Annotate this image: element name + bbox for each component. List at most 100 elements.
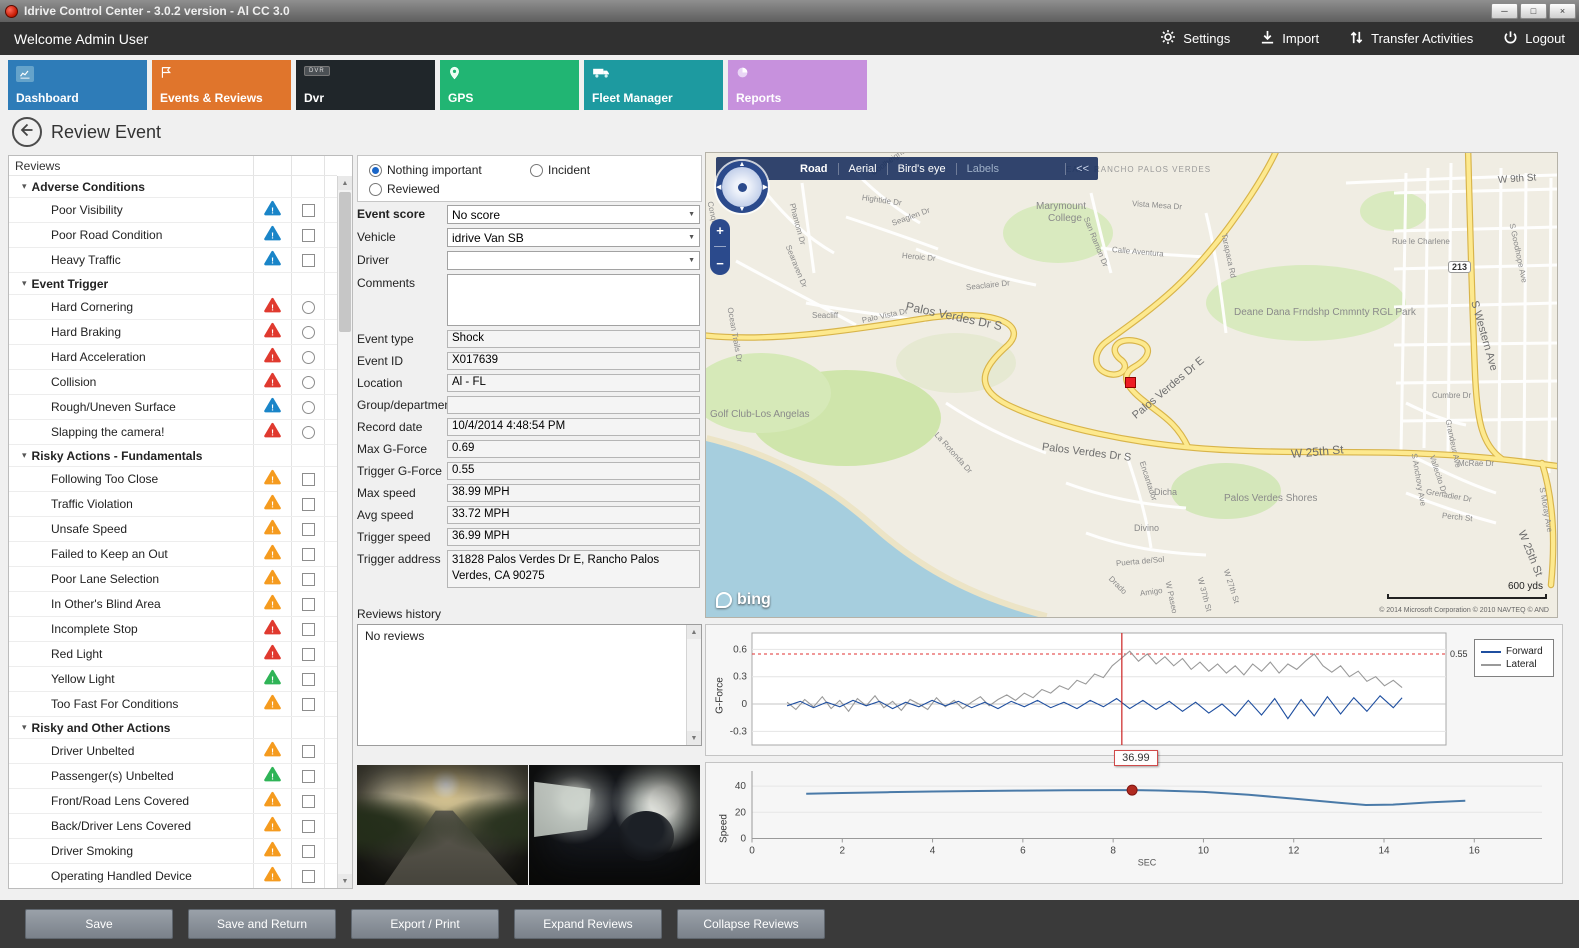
review-checkbox[interactable]	[302, 623, 315, 636]
radio-icon[interactable]	[530, 164, 543, 177]
review-item-row[interactable]: Front/Road Lens Covered!	[9, 789, 337, 814]
tab-dvr[interactable]: DVR Dvr	[296, 60, 435, 110]
review-checkbox[interactable]	[302, 698, 315, 711]
scroll-up-icon[interactable]: ▲	[687, 625, 701, 639]
review-checkbox[interactable]	[302, 204, 315, 217]
tab-gps[interactable]: GPS	[440, 60, 579, 110]
event-location-marker[interactable]	[1125, 377, 1136, 388]
reviews-scrollbar[interactable]: ▲ ▼	[337, 176, 352, 888]
minimize-button[interactable]: ─	[1491, 3, 1518, 19]
save-button[interactable]: Save	[25, 909, 173, 939]
radio-icon[interactable]	[369, 183, 382, 196]
review-checkbox[interactable]	[302, 573, 315, 586]
map-bar-collapse-icon[interactable]: <<	[1065, 163, 1098, 175]
review-item-row[interactable]: Heavy Traffic!	[9, 248, 337, 273]
history-scrollbar[interactable]: ▲ ▼	[686, 625, 701, 745]
review-checkbox[interactable]	[302, 745, 315, 758]
review-checkbox[interactable]	[302, 473, 315, 486]
cabin-camera-thumbnail[interactable]	[529, 765, 700, 885]
review-checkbox[interactable]	[302, 523, 315, 536]
review-group-header[interactable]: ▾Adverse Conditions	[9, 176, 337, 198]
back-button[interactable]	[12, 117, 42, 147]
review-item-row[interactable]: Back/Driver Lens Covered!	[9, 814, 337, 839]
review-item-row[interactable]: Yellow Light!	[9, 667, 337, 692]
close-button[interactable]: ×	[1549, 3, 1576, 19]
review-checkbox[interactable]	[302, 673, 315, 686]
front-camera-thumbnail[interactable]	[357, 765, 528, 885]
maximize-button[interactable]: □	[1520, 3, 1547, 19]
status-reviewed[interactable]: Reviewed	[369, 182, 440, 196]
map-view-road[interactable]: Road	[790, 163, 838, 175]
review-item-row[interactable]: Collision!	[9, 370, 337, 395]
review-radio[interactable]	[302, 301, 315, 314]
review-radio[interactable]	[302, 326, 315, 339]
pan-left-icon[interactable]: ◀	[716, 183, 721, 191]
review-radio[interactable]	[302, 351, 315, 364]
settings-button[interactable]: Settings	[1160, 29, 1230, 48]
export-print-button[interactable]: Export / Print	[351, 909, 499, 939]
map-view-labels[interactable]: Labels	[956, 163, 1009, 175]
review-radio[interactable]	[302, 426, 315, 439]
status-incident[interactable]: Incident	[530, 163, 590, 177]
vehicle-select[interactable]: idrive Van SB▼	[447, 228, 700, 247]
zoom-out-icon[interactable]: −	[716, 256, 724, 271]
import-button[interactable]: Import	[1260, 29, 1319, 48]
review-item-row[interactable]: Unsafe Speed!	[9, 517, 337, 542]
zoom-in-icon[interactable]: +	[716, 223, 724, 238]
pan-up-icon[interactable]: ▲	[739, 161, 746, 168]
scroll-down-icon[interactable]: ▼	[687, 731, 701, 745]
review-item-row[interactable]: Passenger(s) Unbelted!	[9, 764, 337, 789]
review-checkbox[interactable]	[302, 795, 315, 808]
review-item-row[interactable]: Driver Unbelted!	[9, 739, 337, 764]
review-item-row[interactable]: Hard Cornering!	[9, 295, 337, 320]
review-checkbox[interactable]	[302, 254, 315, 267]
review-item-row[interactable]: Hard Acceleration!	[9, 345, 337, 370]
review-checkbox[interactable]	[302, 498, 315, 511]
collapse-arrow-icon[interactable]: ▾	[22, 722, 27, 733]
scrollbar-thumb[interactable]	[339, 192, 351, 332]
review-checkbox[interactable]	[302, 229, 315, 242]
review-checkbox[interactable]	[302, 598, 315, 611]
collapse-arrow-icon[interactable]: ▾	[22, 278, 27, 289]
logout-button[interactable]: Logout	[1503, 29, 1565, 48]
tab-events-reviews[interactable]: Events & Reviews	[152, 60, 291, 110]
collapse-arrow-icon[interactable]: ▾	[22, 181, 27, 192]
review-group-header[interactable]: ▾Event Trigger	[9, 273, 337, 295]
driver-select[interactable]: ▼	[447, 251, 700, 270]
review-checkbox[interactable]	[302, 770, 315, 783]
collapse-reviews-button[interactable]: Collapse Reviews	[677, 909, 825, 939]
expand-reviews-button[interactable]: Expand Reviews	[514, 909, 662, 939]
review-item-row[interactable]: Poor Visibility!	[9, 198, 337, 223]
map-view-aerial[interactable]: Aerial	[838, 163, 887, 175]
comments-textarea[interactable]	[447, 274, 700, 326]
transfer-activities-button[interactable]: Transfer Activities	[1349, 29, 1473, 48]
radio-selected-icon[interactable]	[369, 164, 382, 177]
review-item-row[interactable]: Rough/Uneven Surface!	[9, 395, 337, 420]
pan-down-icon[interactable]: ▼	[739, 206, 746, 213]
review-item-row[interactable]: Poor Lane Selection!	[9, 567, 337, 592]
review-item-row[interactable]: Slapping the camera!!	[9, 420, 337, 445]
scroll-down-icon[interactable]: ▼	[338, 874, 352, 888]
tab-reports[interactable]: Reports	[728, 60, 867, 110]
scroll-up-icon[interactable]: ▲	[338, 176, 352, 190]
review-item-row[interactable]: Incomplete Stop!	[9, 617, 337, 642]
review-radio[interactable]	[302, 401, 315, 414]
review-item-row[interactable]: Failed to Keep an Out!	[9, 542, 337, 567]
review-item-row[interactable]: Operating Handled Device!	[9, 864, 337, 889]
review-item-row[interactable]: Poor Road Condition!	[9, 223, 337, 248]
map-view-birds-eye[interactable]: Bird's eye	[887, 163, 956, 175]
review-checkbox[interactable]	[302, 845, 315, 858]
review-item-row[interactable]: Red Light!	[9, 642, 337, 667]
save-and-return-button[interactable]: Save and Return	[188, 909, 336, 939]
review-item-row[interactable]: Too Fast For Conditions!	[9, 692, 337, 717]
map-zoom-control[interactable]: + −	[710, 219, 730, 275]
event-score-select[interactable]: No score▼	[447, 205, 700, 224]
review-checkbox[interactable]	[302, 820, 315, 833]
review-item-row[interactable]: Driver Smoking!	[9, 839, 337, 864]
review-item-row[interactable]: Traffic Violation!	[9, 492, 337, 517]
map-compass-control[interactable]: ▲ ▼ ◀ ▶	[716, 161, 768, 213]
bing-map[interactable]: Palos Verdes Dr SPalos Verdes Dr SPalos …	[705, 152, 1558, 618]
review-group-header[interactable]: ▾Risky and Other Actions	[9, 717, 337, 739]
status-nothing-important[interactable]: Nothing important	[369, 163, 482, 177]
review-checkbox[interactable]	[302, 870, 315, 883]
